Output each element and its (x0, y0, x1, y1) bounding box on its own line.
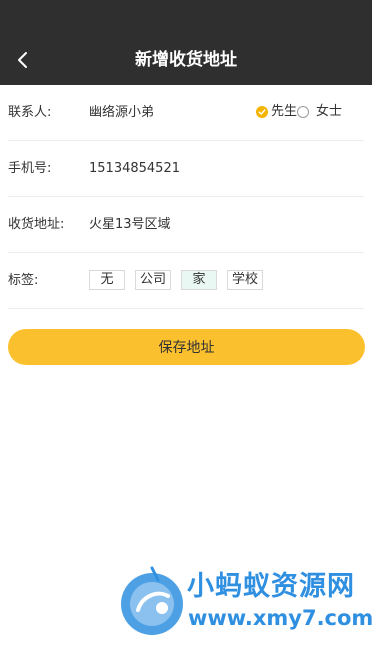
tag-home[interactable]: 家 (181, 270, 217, 290)
tag-group: 无 公司 家 学校 (89, 270, 273, 290)
watermark-title: 小蚂蚁资源网 (187, 571, 355, 602)
gender-label-mr: 先生 (270, 104, 297, 119)
page-title: 新增收货地址 (135, 50, 237, 70)
tag-company[interactable]: 公司 (135, 270, 171, 290)
address-row: 收货地址: 火星13号区域 (8, 197, 364, 253)
address-input[interactable]: 火星13号区域 (89, 216, 171, 234)
contact-label: 联系人: (8, 105, 52, 120)
gender-option-ms[interactable]: 女士 (296, 103, 342, 121)
phone-row: 手机号: 15134854521 (8, 141, 364, 197)
watermark: 小蚂蚁资源网 www.xmy7.com (118, 560, 372, 640)
ant-logo-icon (121, 566, 183, 635)
tags-row: 标签: 无 公司 家 学校 (8, 253, 364, 309)
phone-label: 手机号: (8, 161, 52, 176)
radio-unchecked-icon (296, 106, 309, 118)
tags-label: 标签: (8, 273, 39, 288)
save-address-button[interactable]: 保存地址 (8, 329, 365, 365)
gender-selector: 先生 女士 (255, 103, 342, 121)
gender-option-mr[interactable]: 先生 (255, 103, 297, 121)
address-form: 联系人: 幽络源小弟 先生 女士 手机号: 15134854521 收货地址: … (0, 85, 372, 309)
watermark-url: www.xmy7.com (188, 606, 372, 630)
contact-input[interactable]: 幽络源小弟 (89, 104, 154, 122)
address-label: 收货地址: (8, 217, 65, 232)
phone-input[interactable]: 15134854521 (89, 160, 180, 178)
contact-row: 联系人: 幽络源小弟 先生 女士 (8, 85, 364, 141)
gender-label-ms: 女士 (315, 104, 342, 119)
tag-none[interactable]: 无 (89, 270, 125, 290)
radio-checked-icon (255, 106, 268, 118)
tag-school[interactable]: 学校 (227, 270, 263, 290)
header-bar: 新增收货地址 (0, 0, 372, 85)
